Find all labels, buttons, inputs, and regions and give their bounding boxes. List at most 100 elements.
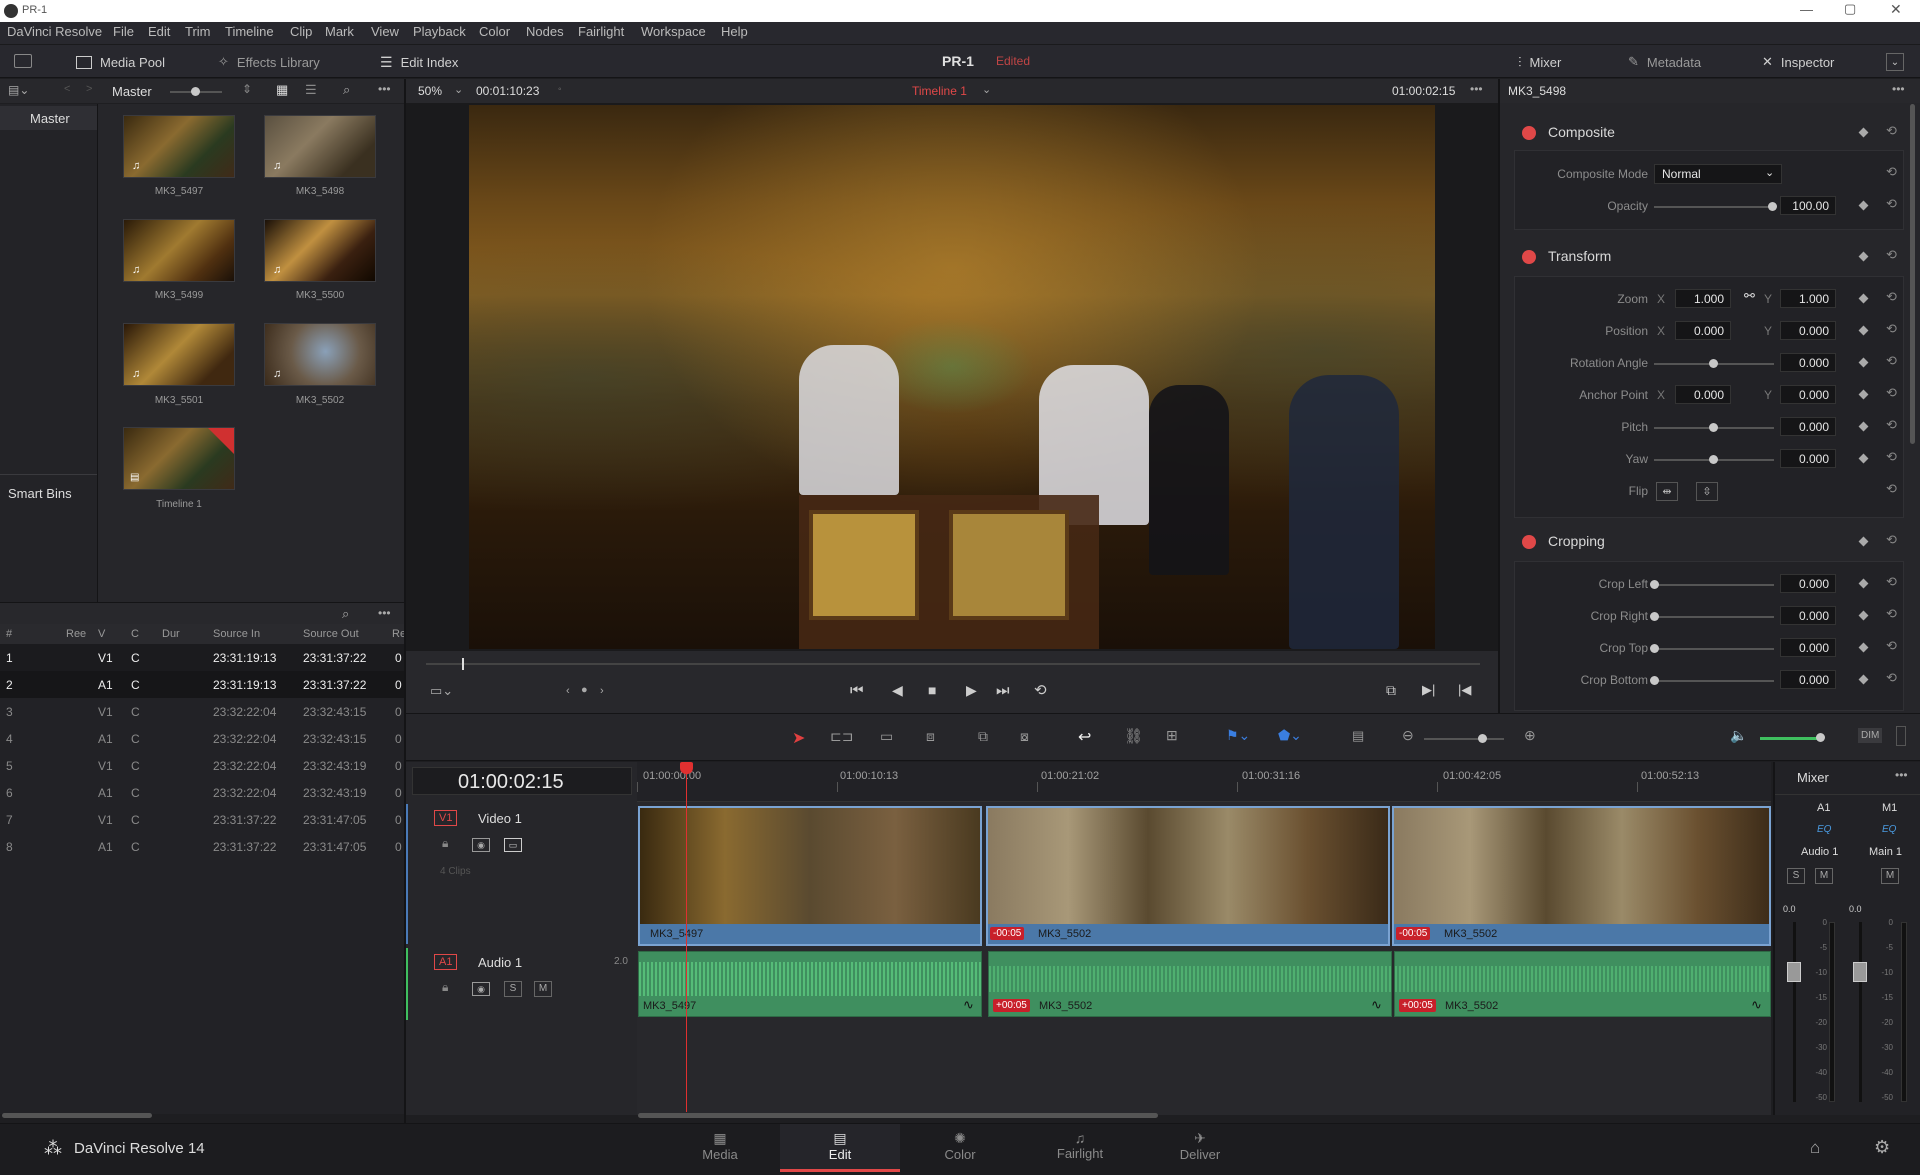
crop-right-field[interactable]: 0.000	[1780, 606, 1836, 625]
overwrite-clip-icon[interactable]: ⧉	[978, 728, 988, 745]
transform-section-header[interactable]: Transform ⟲	[1514, 242, 1904, 272]
menu-timeline[interactable]: Timeline	[225, 24, 274, 39]
clip-thumb[interactable]: ♫	[123, 115, 235, 178]
menu-workspace[interactable]: Workspace	[641, 24, 706, 39]
timeline-ruler[interactable]: 01:00:00:00 01:00:10:13 01:00:21:02 01:0…	[637, 762, 1771, 802]
tab-media[interactable]: ▦ Media	[660, 1124, 780, 1172]
inspector-button[interactable]: ✕ Inspector	[1762, 45, 1834, 79]
anchor-x-field[interactable]: 0.000	[1675, 385, 1731, 404]
position-lock-icon[interactable]: ⊞	[1166, 727, 1178, 744]
reset-icon[interactable]: ⟲	[1886, 638, 1897, 654]
maximize-icon[interactable]: ▢	[1844, 1, 1856, 17]
cropping-enable-toggle[interactable]	[1522, 535, 1536, 549]
menu-davinci[interactable]: DaVinci Resolve	[7, 24, 102, 39]
scrubber-track[interactable]	[426, 663, 1480, 665]
timeline-view-options-icon[interactable]: ▤	[1352, 728, 1364, 744]
timeline-zoom-knob[interactable]	[1478, 734, 1487, 743]
position-x-field[interactable]: 0.000	[1675, 321, 1731, 340]
zoom-y-field[interactable]: 1.000	[1780, 289, 1836, 308]
menu-trim[interactable]: Trim	[185, 24, 211, 39]
timeline-selector[interactable]: Timeline 1	[912, 84, 967, 98]
anchor-y-field[interactable]: 0.000	[1780, 385, 1836, 404]
edit-index-row[interactable]: 6 A1 C 23:32:22:04 23:32:43:19 0	[0, 779, 404, 806]
zoom-level[interactable]: 50%	[418, 84, 442, 98]
keyframe-icon[interactable]	[1858, 536, 1869, 547]
list-view-icon[interactable]: ☰	[305, 82, 317, 98]
crop-top-field[interactable]: 0.000	[1780, 638, 1836, 657]
menu-mark[interactable]: Mark	[325, 24, 354, 39]
play-icon[interactable]: ▶	[966, 682, 977, 699]
clip-thumb[interactable]: ♫	[264, 323, 376, 386]
jog-dot-icon[interactable]: ●	[581, 684, 588, 696]
replace-clip-icon[interactable]: ⧇	[1020, 728, 1029, 745]
menu-nodes[interactable]: Nodes	[526, 24, 564, 39]
media-pool-button[interactable]: Media Pool	[76, 45, 165, 79]
crop-bottom-slider[interactable]	[1654, 680, 1774, 682]
menu-playback[interactable]: Playback	[413, 24, 466, 39]
opacity-slider[interactable]	[1654, 206, 1774, 208]
media-pool-scrollbar[interactable]	[2, 1113, 152, 1118]
smart-bins-label[interactable]: Smart Bins	[8, 486, 72, 501]
mute-button[interactable]: M	[1815, 868, 1833, 884]
position-y-field[interactable]: 0.000	[1780, 321, 1836, 340]
crop-right-slider[interactable]	[1654, 616, 1774, 618]
edit-index-row[interactable]: 1 V1 C 23:31:19:13 23:31:37:22 0	[0, 644, 404, 671]
transform-enable-toggle[interactable]	[1522, 250, 1536, 264]
sort-icon[interactable]: ⇕	[242, 82, 252, 96]
grid-view-icon[interactable]: ▦	[276, 82, 288, 98]
timeline-audio-clip[interactable]: MK3_5497 ∿	[638, 951, 982, 1017]
go-to-end-icon[interactable]: ⏭	[996, 682, 1010, 699]
col-source-in[interactable]: Source In	[213, 628, 260, 640]
edit-index-more-icon[interactable]: •••	[378, 606, 391, 620]
lock-icon[interactable]: 🔒︎	[442, 836, 448, 851]
crop-bottom-field[interactable]: 0.000	[1780, 670, 1836, 689]
inspector-scrollbar[interactable]	[1910, 104, 1915, 444]
edit-index-row[interactable]: 7 V1 C 23:31:37:22 23:31:47:05 0	[0, 806, 404, 833]
edit-index-row[interactable]: 3 V1 C 23:32:22:04 23:32:43:15 0	[0, 698, 404, 725]
audio-track-name[interactable]: Audio 1	[478, 955, 522, 970]
reset-icon[interactable]: ⟲	[1886, 606, 1897, 622]
go-to-start-icon[interactable]: ⏮	[850, 682, 864, 699]
prev-edit-icon[interactable]: |◀	[1458, 682, 1471, 698]
mixer-button[interactable]: ⫶ Mixer	[1518, 45, 1561, 79]
reset-icon[interactable]: ⟲	[1886, 574, 1897, 590]
reset-icon[interactable]: ⟲	[1886, 353, 1897, 369]
fade-curve-icon[interactable]: ∿	[1371, 997, 1382, 1013]
crop-left-slider[interactable]	[1654, 584, 1774, 586]
rotation-knob[interactable]	[1709, 359, 1718, 368]
crop-top-slider[interactable]	[1654, 648, 1774, 650]
viewer-mode-icon[interactable]: ▭⌄	[430, 683, 453, 699]
crop-bottom-knob[interactable]	[1650, 676, 1659, 685]
close-icon[interactable]: ✕	[1890, 1, 1902, 18]
timeline-video-clip[interactable]: -00:05 MK3_5502	[986, 806, 1390, 946]
flag-icon[interactable]: ⚑⌄	[1226, 727, 1250, 744]
next-edit-icon[interactable]: ▶|	[1422, 682, 1435, 698]
zoom-out-icon[interactable]: ⊖	[1402, 727, 1414, 744]
clip-thumb[interactable]: ♫	[123, 323, 235, 386]
jog-right-icon[interactable]: ›	[600, 685, 604, 697]
lock-icon[interactable]: 🔒︎	[442, 980, 448, 995]
nav-forward-icon[interactable]: >	[86, 83, 92, 95]
insert-clip-icon[interactable]: ⧈	[926, 728, 935, 745]
fader-handle[interactable]	[1853, 962, 1867, 982]
col-c[interactable]: C	[131, 628, 139, 640]
opacity-field[interactable]: 100.00	[1780, 196, 1836, 215]
blade-tool-icon[interactable]: ▭	[880, 728, 893, 745]
tab-color[interactable]: ✺ Color	[900, 1124, 1020, 1172]
reset-icon[interactable]: ⟲	[1886, 123, 1897, 139]
jog-left-icon[interactable]: ‹	[566, 685, 570, 697]
reset-icon[interactable]: ⟲	[1886, 449, 1897, 465]
fader-handle[interactable]	[1787, 962, 1801, 982]
audio-track-id[interactable]: A1	[434, 954, 458, 970]
scrubber-handle[interactable]	[462, 658, 464, 670]
more-options-icon[interactable]: •••	[378, 82, 391, 96]
eq-button[interactable]: EQ	[1882, 824, 1896, 835]
reset-icon[interactable]: ⟲	[1886, 164, 1897, 180]
cropping-section-header[interactable]: Cropping ⟲	[1514, 527, 1904, 557]
volume-knob[interactable]	[1816, 733, 1825, 742]
video-frame[interactable]	[469, 105, 1435, 649]
fader-track[interactable]	[1793, 922, 1796, 1102]
zoom-dropdown-icon[interactable]: ⌄	[454, 83, 463, 96]
reset-icon[interactable]: ⟲	[1886, 196, 1897, 212]
clip-thumb[interactable]: ♫	[264, 115, 376, 178]
